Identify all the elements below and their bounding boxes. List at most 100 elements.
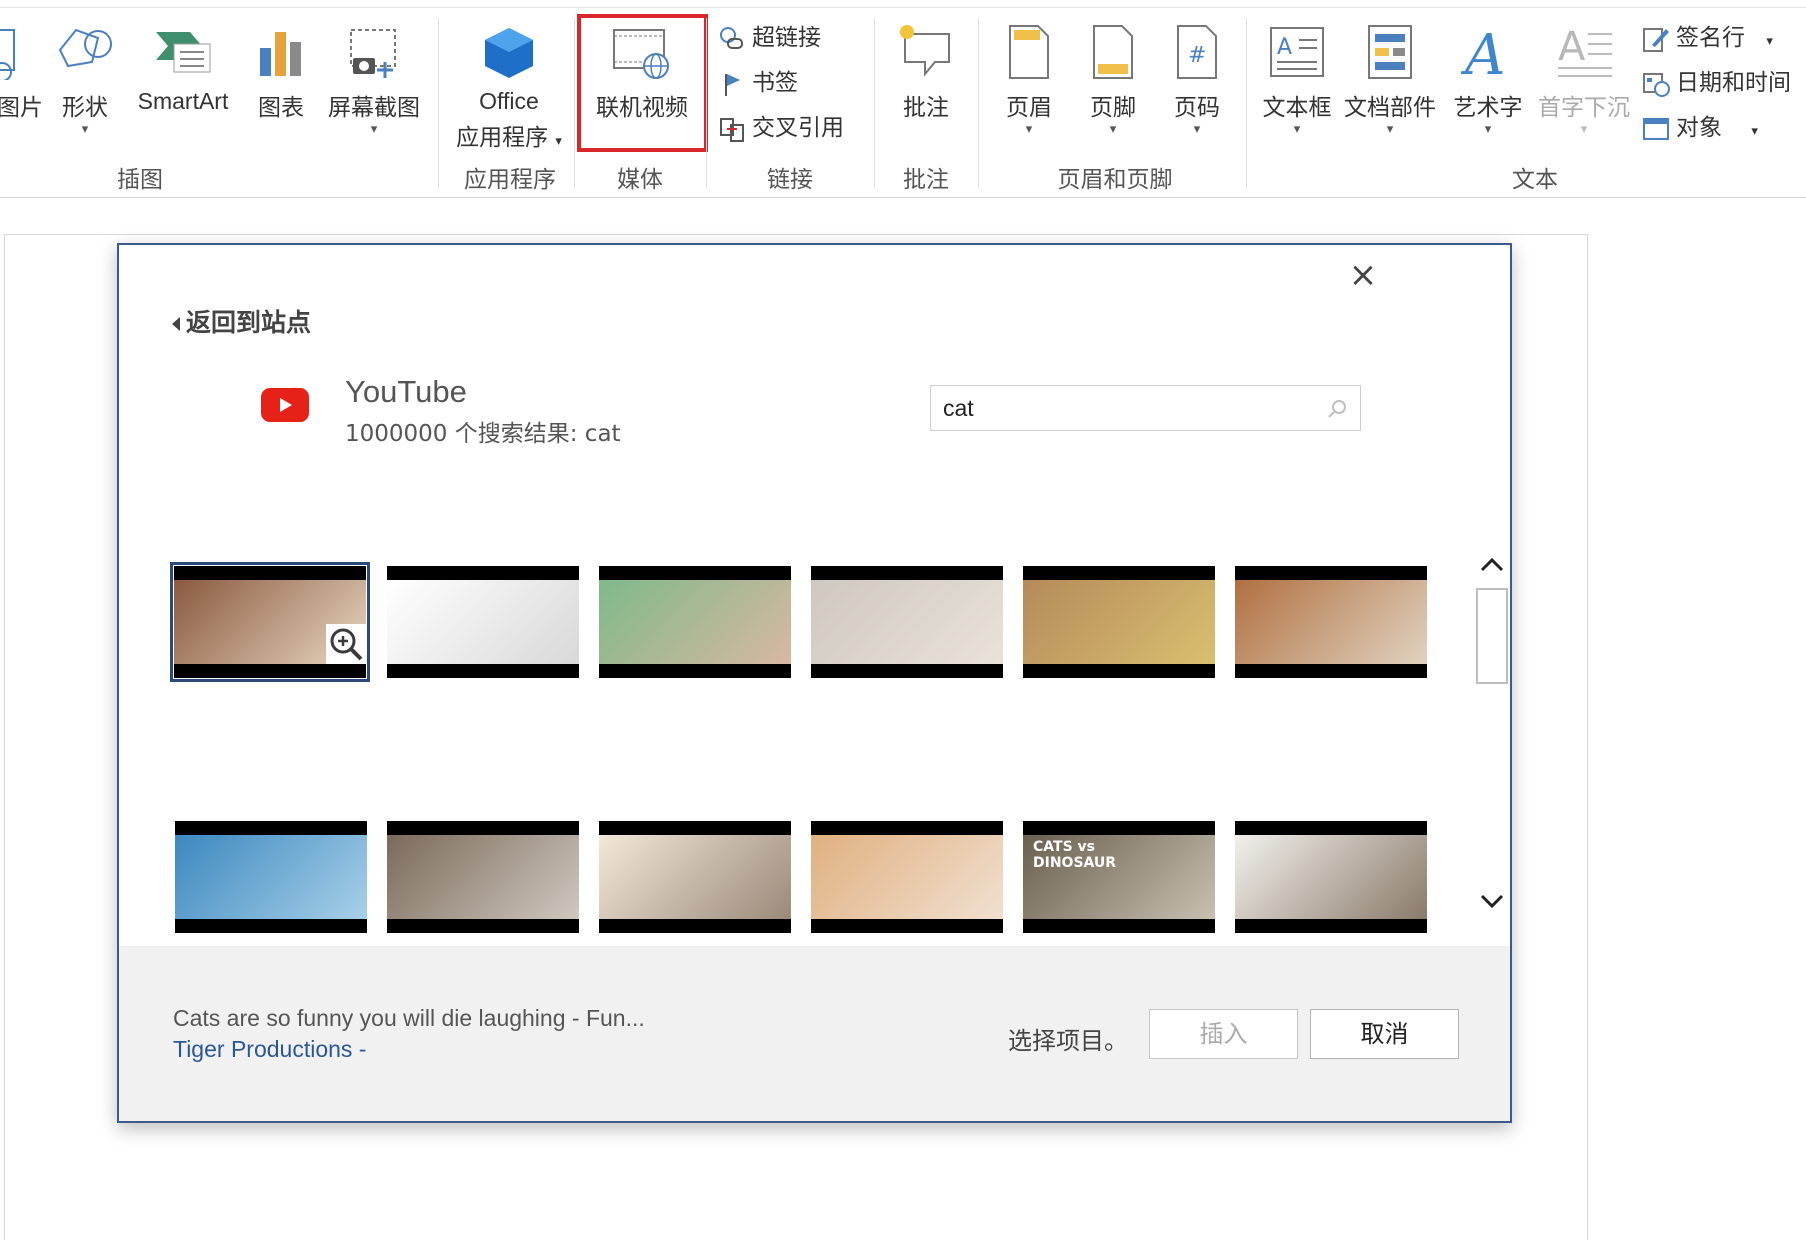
thumbnail-image [1235,580,1427,664]
group-label-links: 链接 [767,167,813,193]
office-apps-button[interactable]: Office 应用程序 ▾ [444,22,574,152]
office-store-icon [485,28,533,78]
quick-parts-button[interactable]: 文档部件 ▾ [1340,22,1440,152]
header-dropdown-icon: ▾ [1025,122,1033,137]
video-thumbnail[interactable] [1023,566,1215,678]
footer-icon [1093,25,1133,79]
back-to-sites-link[interactable]: 返回到站点 [172,303,311,339]
comment-button[interactable]: 批注 [886,22,966,152]
video-thumbnail[interactable] [599,566,791,678]
video-thumbnail[interactable]: CATS vs DINOSAUR [1023,821,1215,933]
video-thumbnail[interactable] [170,562,370,682]
date-time-button[interactable]: 日期和时间 [1642,65,1791,101]
screenshot-button[interactable]: 屏幕截图 ▾ [324,22,424,152]
cross-reference-icon [720,117,744,142]
video-thumbnail[interactable] [811,566,1003,678]
youtube-logo-icon [261,388,309,422]
search-result-count: 1000000 个搜索结果: cat [345,421,621,447]
textbox-icon: A [1270,27,1324,77]
insert-button[interactable]: 插入 [1149,1009,1298,1059]
scroll-up-icon[interactable] [1478,552,1506,576]
group-separator [978,18,979,188]
screenshot-icon [350,29,396,78]
textbox-button[interactable]: A 文本框 ▾ [1256,22,1338,152]
pictures-label: 图片 [0,95,43,121]
footer-button[interactable]: 页脚 ▾ [1076,22,1150,152]
cross-reference-button[interactable]: 交叉引用 [718,110,844,146]
scrollbar-thumb[interactable] [1476,588,1508,684]
date-time-label: 日期和时间 [1676,70,1791,96]
svg-text:A: A [1277,35,1292,60]
group-label-comments: 批注 [903,167,949,193]
shapes-icon [58,28,112,68]
thumbnail-image [599,580,791,664]
pictures-button[interactable]: 图片 [0,22,43,152]
ribbon-top-border [0,0,1806,8]
search-input[interactable] [943,392,1313,424]
thumbnail-image [1023,580,1215,664]
object-button[interactable]: 对象 ▾ [1642,110,1758,146]
close-dialog-button[interactable]: × [1345,257,1381,293]
footer-label: 页脚 [1090,95,1136,121]
video-thumbnail[interactable] [175,821,367,933]
signature-line-button[interactable]: 签名行 ▾ [1642,20,1773,56]
video-thumbnail[interactable] [1235,566,1427,678]
video-thumbnail[interactable] [811,821,1003,933]
page-number-label: 页码 [1174,95,1220,121]
preview-zoom-button[interactable] [326,624,366,664]
chart-button[interactable]: 图表 [248,22,314,152]
dialog-footer [119,946,1510,1121]
cross-reference-label: 交叉引用 [752,115,844,141]
hyperlink-button[interactable]: 超链接 [718,20,821,56]
bookmark-button[interactable]: 书签 [718,65,798,101]
back-arrow-icon [172,317,180,331]
smartart-button[interactable]: SmartArt [128,22,238,152]
page-number-button[interactable]: # 页码 ▾ [1160,22,1234,152]
page-number-dropdown-icon: ▾ [1193,122,1201,137]
quick-parts-dropdown-icon: ▾ [1386,122,1394,137]
shapes-dropdown-icon: ▾ [81,122,89,137]
video-thumbnail[interactable] [599,821,791,933]
search-box[interactable] [930,385,1361,431]
back-to-sites-label: 返回到站点 [186,308,312,337]
textbox-dropdown-icon: ▾ [1293,122,1301,137]
thumbnail-image [811,580,1003,664]
thumbnail-image [387,835,579,919]
thumbnail-image [175,835,367,919]
thumbnail-caption-line2: DINOSAUR [1033,855,1117,871]
zoom-in-icon [330,628,363,661]
bookmark-label: 书签 [752,70,798,96]
office-apps-label-line2: 应用程序 ▾ [456,125,562,151]
group-label-illustrations: 插图 [117,167,163,193]
scroll-down-icon[interactable] [1478,890,1506,914]
thumbnail-caption: CATS vs DINOSAUR [1033,839,1116,871]
screenshot-dropdown-icon: ▾ [370,122,378,137]
selected-video-title: Cats are so funny you will die laughing … [173,1005,645,1031]
group-label-media: 媒体 [617,167,663,193]
page-number-icon: # [1177,25,1217,79]
thumbnail-image [387,580,579,664]
search-icon[interactable] [1326,398,1348,420]
header-button[interactable]: 页眉 ▾ [992,22,1066,152]
cancel-button[interactable]: 取消 [1310,1009,1459,1059]
signature-line-label: 签名行 [1676,25,1745,51]
group-separator [874,18,875,188]
bookmark-flag-icon [725,73,740,96]
office-apps-label-line1: Office [479,88,539,114]
video-thumbnail[interactable] [387,566,579,678]
thumbnail-image [599,835,791,919]
video-thumbnail[interactable] [387,821,579,933]
hyperlink-icon [720,26,743,49]
select-item-hint: 选择项目。 [1008,1027,1128,1055]
video-thumbnail[interactable] [1235,821,1427,933]
smartart-label: SmartArt [137,88,229,114]
wordart-button[interactable]: A 艺术字 ▾ [1448,22,1528,152]
textbox-label: 文本框 [1262,95,1332,121]
shapes-button[interactable]: 形状 ▾ [50,22,120,152]
group-separator [1246,18,1247,188]
drop-cap-button[interactable]: A 首字下沉 ▾ [1532,22,1636,152]
svg-text:A: A [1558,24,1586,70]
selected-video-author-link[interactable]: Tiger Productions - [173,1036,366,1063]
svg-text:A: A [1461,24,1505,80]
screenshot-label: 屏幕截图 [328,95,420,121]
